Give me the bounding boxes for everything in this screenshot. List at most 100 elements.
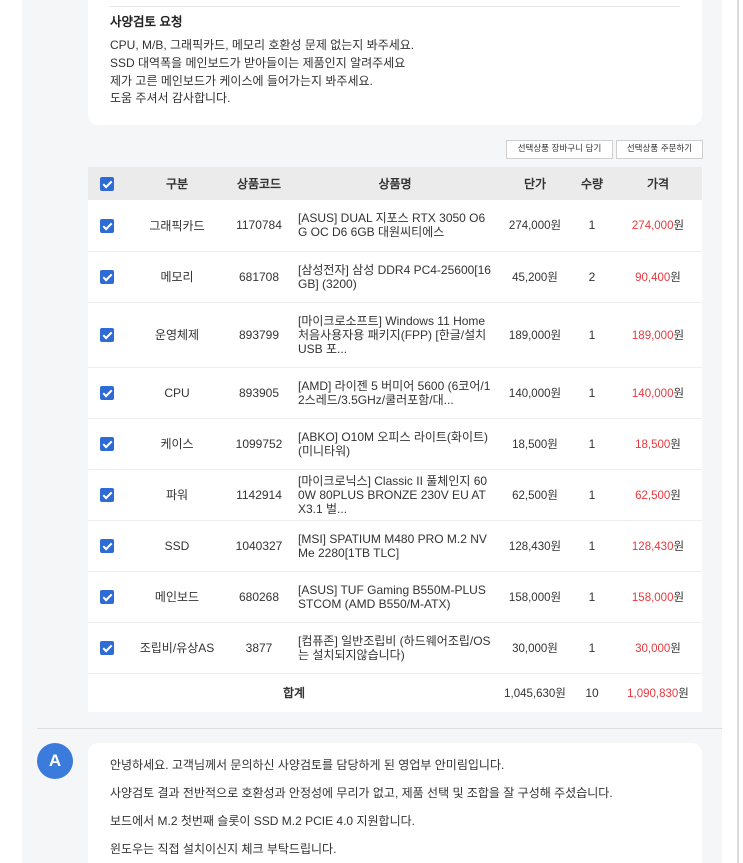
price-amount: 274,000: [631, 220, 674, 233]
category-cell: 그래픽카드: [149, 218, 205, 233]
category-cell: 케이스: [160, 437, 194, 451]
price-amount: 90,400: [635, 271, 671, 284]
answer-line: 보드에서 M.2 첫번째 슬롯이 SSD M.2 PCIE 4.0 지원합니다.: [110, 814, 415, 828]
quantity-cell: 1: [588, 218, 596, 233]
table-row: 운영체제 893799 [마이크로소프트] Windows 11 Home 처음…: [88, 302, 702, 367]
product-name-link[interactable]: [AMD] 라이젠 5 버미어 5600 (6코어/12스레드/3.5GHz/쿨…: [298, 379, 490, 407]
quantity-cell: 1: [588, 487, 596, 502]
code-cell: 1170784: [236, 218, 282, 233]
table-row: 케이스 1099752 [ABKO] O10M 오피스 라이트(화이트) (미니…: [88, 418, 702, 469]
category-cell: 파워: [165, 488, 189, 502]
category-cell: SSD: [164, 538, 190, 553]
total-unit-price: 1,045,630원: [504, 687, 566, 700]
row-checkbox[interactable]: [100, 218, 114, 233]
code-cell: 1142914: [236, 487, 282, 502]
unit-price-cell: 140,000원: [508, 387, 562, 400]
price-unit: 원: [670, 489, 681, 502]
header-price: 가격: [646, 177, 670, 191]
row-checkbox[interactable]: [100, 436, 114, 451]
product-name-link[interactable]: [마이크로소프트] Windows 11 Home 처음사용자용 패키지(FPP…: [298, 314, 486, 356]
quantity-cell: 1: [588, 538, 596, 553]
unit-price-cell: 274,000원: [508, 220, 562, 233]
total-quantity: 10: [585, 685, 599, 700]
select-all-checkbox[interactable]: [100, 176, 114, 191]
unit-price-cell: 189,000원: [508, 329, 562, 342]
category-cell: 운영체제: [154, 328, 200, 342]
parts-table: 구분 상품코드 상품명 단가 수량 가격 그래픽카드 1170784 [ASUS…: [88, 167, 702, 712]
price-cell: 128,430원: [614, 520, 702, 571]
row-checkbox[interactable]: [100, 385, 114, 400]
unit-price-cell: 18,500원: [512, 438, 558, 451]
total-label: 합계: [282, 686, 306, 701]
section-divider: [37, 728, 722, 729]
unit-price-cell: 45,200원: [512, 271, 558, 284]
product-name-link[interactable]: [MSI] SPATIUM M480 PRO M.2 NVMe 2280[1TB…: [298, 532, 487, 560]
request-line: 제가 고른 메인보드가 케이스에 들어가는지 봐주세요.: [110, 73, 373, 88]
product-name-link[interactable]: [ASUS] TUF Gaming B550M-PLUS STCOM (AMD …: [298, 583, 486, 611]
quantity-cell: 1: [588, 589, 596, 604]
category-cell: 조립비/유상AS: [139, 641, 215, 655]
product-name-link[interactable]: [컴퓨존] 일반조립비 (하드웨어조립/OS는 설치되지않습니다): [298, 634, 491, 662]
price-unit: 원: [673, 329, 685, 342]
header-name: 상품명: [378, 177, 412, 191]
product-name-link[interactable]: [삼성전자] 삼성 DDR4 PC4-25600[16GB] (3200): [298, 263, 491, 291]
code-cell: 893905: [238, 385, 280, 400]
price-cell: 18,500원: [614, 418, 702, 469]
product-name-link[interactable]: [ASUS] DUAL 지포스 RTX 3050 O6G OC D6 6GB 대…: [298, 211, 485, 239]
price-cell: 274,000원: [614, 200, 702, 251]
table-header-row: 구분 상품코드 상품명 단가 수량 가격: [88, 167, 702, 200]
code-cell: 1099752: [235, 436, 283, 451]
product-name-link[interactable]: [ABKO] O10M 오피스 라이트(화이트) (미니타워): [298, 430, 488, 458]
price-amount: 189,000: [631, 329, 674, 342]
request-line: CPU, M/B, 그래픽카드, 메모리 호환성 문제 없는지 봐주세요.: [110, 38, 415, 52]
total-row: 합계 1,045,630원 10 1,090,830원: [88, 673, 702, 712]
answer-line: 사양검토 결과 전반적으로 호환성과 안정성에 무리가 없고, 제품 선택 및 …: [110, 786, 613, 800]
table-row: 메인보드 680268 [ASUS] TUF Gaming B550M-PLUS…: [88, 571, 702, 622]
row-checkbox[interactable]: [100, 269, 114, 284]
code-cell: 893799: [238, 327, 280, 342]
quantity-cell: 1: [588, 385, 596, 400]
quantity-cell: 2: [588, 269, 596, 284]
page-edge-rule: [737, 0, 739, 863]
code-cell: 680268: [238, 589, 280, 604]
total-price-amount: 1,090,830: [627, 687, 679, 700]
category-cell: CPU: [164, 385, 190, 400]
total-price: 1,090,830원: [614, 673, 702, 712]
code-cell: 1040327: [235, 538, 283, 553]
header-category: 구분: [165, 177, 189, 191]
order-selected-button[interactable]: 선택상품 주문하기: [616, 140, 703, 159]
price-unit: 원: [673, 220, 685, 233]
category-cell: 메인보드: [154, 590, 200, 604]
answer-line: 윈도우는 직접 설치이신지 체크 부탁드립니다.: [110, 842, 337, 856]
row-checkbox[interactable]: [100, 327, 114, 342]
request-line: SSD 대역폭을 메인보드가 받아들이는 제품인지 알려주세요: [110, 55, 406, 70]
price-unit: 원: [670, 271, 681, 284]
row-checkbox[interactable]: [100, 487, 114, 502]
unit-price-cell: 128,430원: [508, 540, 562, 553]
quantity-cell: 1: [588, 640, 596, 655]
price-amount: 158,000: [631, 591, 674, 604]
category-cell: 메모리: [160, 270, 194, 284]
row-checkbox[interactable]: [100, 538, 114, 553]
price-cell: 189,000원: [614, 302, 702, 367]
price-amount: 140,000: [631, 387, 674, 400]
product-name-link[interactable]: [마이크로닉스] Classic II 풀체인지 600W 80PLUS BRO…: [298, 474, 487, 516]
row-checkbox[interactable]: [100, 589, 114, 604]
code-cell: 681708: [238, 269, 280, 284]
price-cell: 30,000원: [614, 622, 702, 673]
price-cell: 62,500원: [614, 469, 702, 520]
unit-price-cell: 30,000원: [512, 642, 558, 655]
price-amount: 62,500: [635, 489, 671, 502]
answer-card: 안녕하세요. 고객님께서 문의하신 사양검토를 담당하게 된 영업부 안미림입니…: [88, 743, 702, 863]
price-unit: 원: [673, 387, 685, 400]
table-row: 조립비/유상AS 3877 [컴퓨존] 일반조립비 (하드웨어조립/OS는 설치…: [88, 622, 702, 673]
request-line: 도움 주셔서 감사합니다.: [110, 91, 231, 106]
add-selected-to-cart-button[interactable]: 선택상품 장바구니 담기: [506, 140, 613, 159]
price-amount: 128,430: [631, 540, 674, 553]
price-unit: 원: [670, 438, 681, 451]
answer-badge: A: [37, 743, 73, 779]
row-checkbox[interactable]: [100, 640, 114, 655]
table-row: CPU 893905 [AMD] 라이젠 5 버미어 5600 (6코어/12스…: [88, 367, 702, 418]
price-amount: 18,500: [635, 438, 671, 451]
price-unit: 원: [670, 642, 681, 655]
